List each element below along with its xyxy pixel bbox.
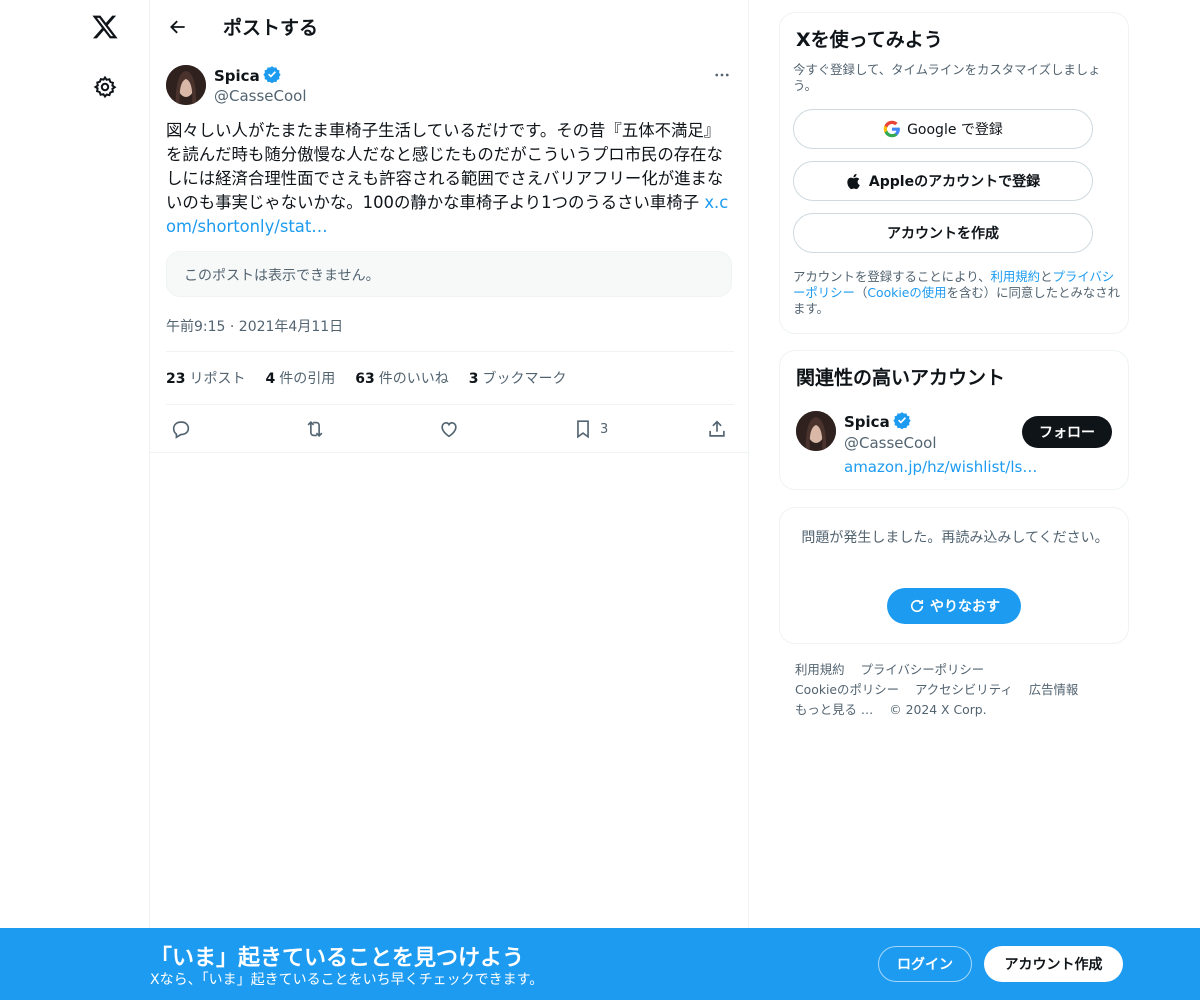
avatar[interactable] xyxy=(166,65,206,105)
related-accounts-card: 関連性の高いアカウント Spica @CasseCool amazon.jp/h… xyxy=(779,350,1129,490)
legal-notice: アカウントを登録することにより、利用規約とプライバシーポリシー（Cookieの使… xyxy=(793,269,1123,317)
footer-accessibility-link[interactable]: アクセシビリティ xyxy=(915,682,1013,697)
share-icon[interactable] xyxy=(706,415,728,443)
gear-icon[interactable] xyxy=(88,70,122,104)
post-text: 図々しい人がたまたま車椅子生活しているだけです。その昔『五体不満足』を読んだ時も… xyxy=(166,119,734,239)
verified-badge-icon xyxy=(893,411,911,433)
main-column: ポストする Spica @CasseCool 図々しい人がたまたま車椅子生活して… xyxy=(149,0,750,1000)
divider xyxy=(150,452,750,453)
page-title: ポストする xyxy=(223,17,319,39)
create-account-label: アカウントを作成 xyxy=(887,226,999,242)
related-account-name-label: Spica xyxy=(844,413,890,431)
google-signup-label: Google で登録 xyxy=(907,122,1003,138)
verified-badge-icon xyxy=(263,65,281,87)
sidebar-footer: 利用規約 プライバシーポリシー Cookieのポリシー アクセシビリティ 広告情… xyxy=(795,660,1125,720)
bookmark-count: 3 xyxy=(600,421,609,437)
stat-reposts[interactable]: 23 リポスト xyxy=(166,368,245,388)
avatar[interactable] xyxy=(796,411,836,451)
legal-text: （ xyxy=(854,285,868,300)
divider xyxy=(166,351,734,352)
related-account-name[interactable]: Spica xyxy=(844,411,911,433)
stat-quotes[interactable]: 4 件の引用 xyxy=(265,368,335,388)
footer-privacy-link[interactable]: プライバシーポリシー xyxy=(861,662,985,677)
repost-icon[interactable] xyxy=(304,415,326,443)
engagement-stats: 23 リポスト 4 件の引用 63 件のいいね 3 ブックマーク xyxy=(166,368,586,388)
apple-signup-label: Appleのアカウントで登録 xyxy=(868,174,1041,190)
related-accounts-title: 関連性の高いアカウント xyxy=(796,367,1006,389)
left-nav xyxy=(0,0,150,1000)
cookie-link[interactable]: Cookieの使用 xyxy=(867,285,946,300)
bookmark-button[interactable]: 3 xyxy=(572,415,608,443)
google-icon xyxy=(883,120,900,138)
signup-button[interactable]: アカウント作成 xyxy=(984,946,1123,982)
stat-count: 4 xyxy=(265,371,276,387)
post-body: 図々しい人がたまたま車椅子生活しているだけです。その昔『五体不満足』を読んだ時も… xyxy=(166,121,724,212)
heart-icon[interactable] xyxy=(438,415,460,443)
error-message: 問題が発生しました。再読み込みしてください。 xyxy=(801,530,1109,546)
refresh-icon xyxy=(910,599,924,613)
stat-count: 3 xyxy=(468,371,479,387)
stat-count: 23 xyxy=(166,371,186,387)
related-account-handle[interactable]: @CasseCool xyxy=(844,434,937,452)
stat-label: 件のいいね xyxy=(378,371,449,387)
retry-label: やりなおす xyxy=(930,599,1000,615)
signup-card-subtitle: 今すぐ登録して、タイムラインをカスタマイズしましょう。 xyxy=(793,62,1101,93)
follow-button[interactable]: フォロー xyxy=(1022,416,1112,448)
banner-title: 「いま」起きていることを見つけよう xyxy=(150,946,525,971)
signup-card: Xを使ってみよう 今すぐ登録して、タイムラインをカスタマイズしましょう。 Goo… xyxy=(779,12,1129,334)
footer-terms-link[interactable]: 利用規約 xyxy=(795,662,845,677)
error-card: 問題が発生しました。再読み込みしてください。 やりなおす xyxy=(779,507,1129,644)
bookmark-icon xyxy=(577,420,589,439)
stat-label: リポスト xyxy=(189,371,246,387)
timestamp[interactable]: 午前9:15 · 2021年4月11日 xyxy=(166,316,343,336)
login-button[interactable]: ログイン xyxy=(878,946,972,982)
more-options-icon[interactable] xyxy=(710,63,734,87)
legal-text: アカウントを登録することにより、 xyxy=(793,269,991,284)
retry-button[interactable]: やりなおす xyxy=(887,588,1021,624)
header: ポストする xyxy=(150,0,750,54)
footer-more-link[interactable]: もっと見る … xyxy=(795,702,873,717)
google-signup-button[interactable]: Google で登録 xyxy=(793,109,1093,149)
action-bar: 3 xyxy=(166,415,734,443)
stat-bookmarks[interactable]: 3 ブックマーク xyxy=(469,368,567,388)
related-account-link[interactable]: amazon.jp/hz/wishlist/ls… xyxy=(844,458,1037,476)
reply-icon[interactable] xyxy=(170,415,192,443)
create-account-button[interactable]: アカウントを作成 xyxy=(793,213,1093,253)
back-arrow-icon[interactable] xyxy=(162,11,194,43)
divider xyxy=(166,404,734,405)
x-logo-icon[interactable] xyxy=(88,10,122,44)
apple-signup-button[interactable]: Appleのアカウントで登録 xyxy=(793,161,1093,201)
apple-icon xyxy=(847,173,860,189)
signup-card-title: Xを使ってみよう xyxy=(796,29,943,51)
footer-copyright: © 2024 X Corp. xyxy=(889,702,987,717)
footer-cookie-link[interactable]: Cookieのポリシー xyxy=(795,682,899,697)
stat-label: ブックマーク xyxy=(482,371,567,387)
author-name-label: Spica xyxy=(214,67,260,85)
stat-label: 件の引用 xyxy=(279,371,336,387)
stat-count: 63 xyxy=(355,371,375,387)
author-handle[interactable]: @CasseCool xyxy=(214,87,307,105)
terms-link[interactable]: 利用規約 xyxy=(991,269,1041,284)
footer-ads-link[interactable]: 広告情報 xyxy=(1029,682,1079,697)
legal-text: と xyxy=(1040,269,1053,284)
unavailable-quote: このポストは表示できません。 xyxy=(166,251,732,297)
stat-likes[interactable]: 63 件のいいね xyxy=(355,368,448,388)
author-name[interactable]: Spica xyxy=(214,65,281,87)
banner-subtitle: Xなら、「いま」起きていることをいち早くチェックできます。 xyxy=(150,972,544,988)
